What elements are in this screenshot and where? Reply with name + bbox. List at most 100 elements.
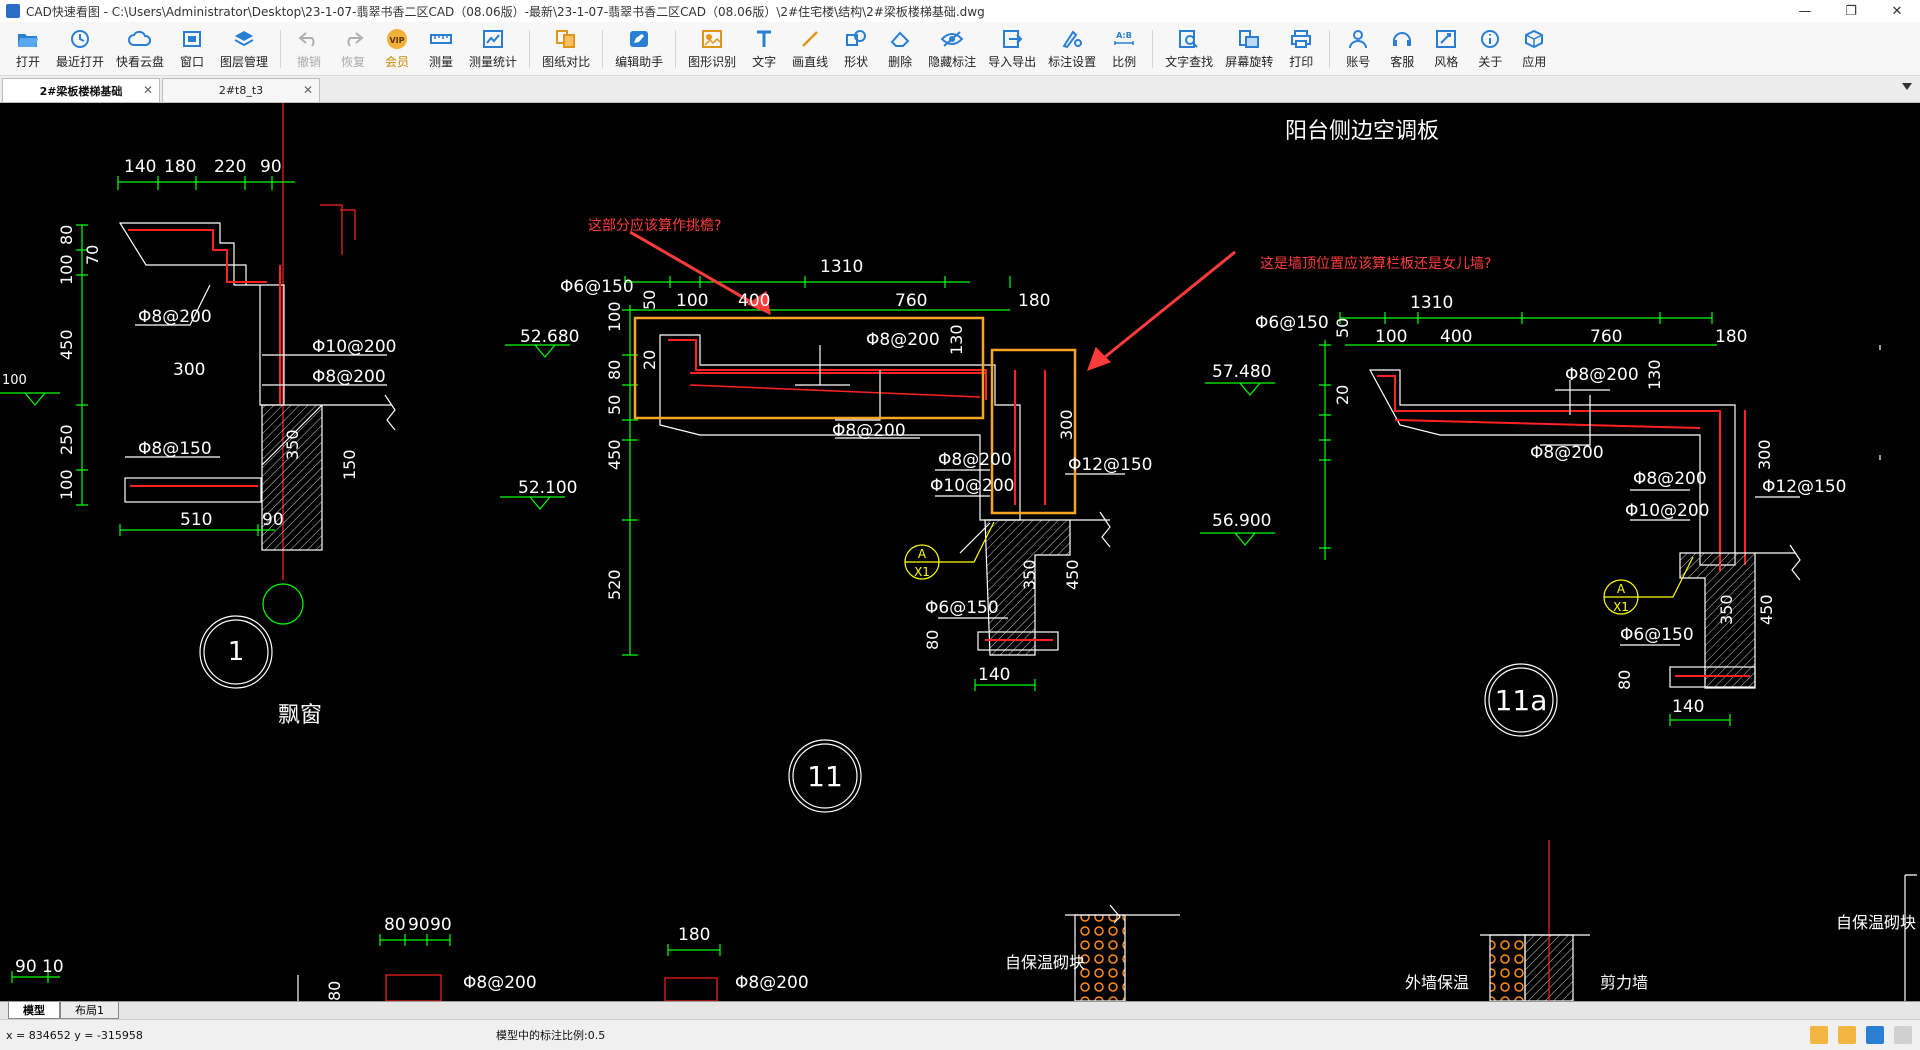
tab-2-liangban[interactable]: 2#梁板楼梯基础 ✕ [2,78,160,102]
tab-2-t8-t3[interactable]: 2#t8_t3 ✕ [162,78,320,102]
dim-label: 220 [214,157,246,177]
dim-label: 150 [340,449,359,480]
dim-label: 350 [1020,559,1039,590]
dim-label: 80 [923,630,942,650]
dim-label: 70 [83,245,102,265]
annotation-settings-button[interactable]: 标注设置 [1042,24,1102,74]
close-button[interactable]: ✕ [1874,0,1920,22]
close-tab-icon[interactable]: ✕ [143,83,153,97]
axis-circle [262,583,304,625]
dim-label: 300 [173,360,205,380]
minimize-button[interactable]: — [1782,0,1828,22]
scale-button[interactable]: A:B 比例 [1102,24,1146,74]
maximize-button[interactable]: ❐ [1828,0,1874,22]
text-button[interactable]: 文字 [742,24,786,74]
rebar-label: Φ10@200 [312,337,396,357]
drawing-title: 阳台侧边空调板 [1285,119,1439,144]
material-label: 剪力墙 [1600,973,1648,992]
measure-stats-button[interactable]: 测量统计 [463,24,523,74]
level-label: 100 [2,373,27,388]
tab-layout1[interactable]: 布局1 [60,1002,119,1019]
recent-button[interactable]: 最近打开 [50,24,110,74]
cloud-button[interactable]: 快看云盘 [110,24,170,74]
window-menu-button[interactable]: 窗口 [170,24,214,74]
rebar-label: Φ10@200 [1625,501,1709,521]
compare-icon [554,28,578,50]
import-export-icon [1000,28,1024,50]
dimension-line [1319,340,1331,560]
level-marker [1205,382,1275,396]
dim-label: 130 [1645,359,1664,390]
about-button[interactable]: 关于 [1468,24,1512,74]
window-controls: — ❐ ✕ [1782,0,1920,22]
measure-button[interactable]: 测量 [419,24,463,74]
dim-label: 250 [57,424,76,455]
annotation-note-canopy: 这部分应该算作挑檐? [588,217,721,234]
window-title: CAD快速看图 - C:\Users\Administrator\Desktop… [26,4,985,19]
headset-icon [1390,28,1414,50]
dim-label: 350 [1717,594,1736,625]
style-button[interactable]: 风格 [1424,24,1468,74]
eye-hide-icon [940,28,964,50]
open-button[interactable]: 打开 [6,24,50,74]
shape-button[interactable]: 形状 [834,24,878,74]
fullscreen-icon[interactable] [1894,1026,1912,1044]
text-search-button[interactable]: 文字查找 [1159,24,1219,74]
plugin-icon[interactable] [1866,1026,1884,1044]
redo-button[interactable]: 恢复 [331,24,375,74]
axis-code: X1 [914,565,930,579]
dim-label: 180 [1018,291,1050,311]
rebar-label: Φ6@150 [560,277,634,297]
import-export-button[interactable]: 导入导出 [982,24,1042,74]
shape-recognize-icon [700,28,724,50]
dim-label: 350 [283,429,302,460]
svg-text:VIP: VIP [390,36,405,45]
rebar-label: Φ12@150 [1762,477,1846,497]
tab-model[interactable]: 模型 [8,1002,60,1019]
undo-button[interactable]: 撤销 [287,24,331,74]
redo-icon [341,28,365,50]
hide-annotation-button[interactable]: 隐藏标注 [922,24,982,74]
support-button[interactable]: 客服 [1380,24,1424,74]
export-icon[interactable] [1838,1026,1856,1044]
print-button[interactable]: 打印 [1279,24,1323,74]
tab-list-dropdown-icon[interactable] [1902,83,1912,90]
account-button[interactable]: 账号 [1336,24,1380,74]
level-marker [0,392,60,406]
axis-letter: A [1617,582,1626,596]
vip-icon: VIP [385,28,409,50]
annotation-arrowhead [1086,346,1112,372]
rebar-label: Φ8@200 [832,421,906,441]
layout-tabs: 模型 布局1 [0,1001,1920,1019]
scale-icon: A:B [1112,28,1136,50]
vip-button[interactable]: VIP 会员 [375,24,419,74]
level-marker [1200,532,1275,546]
note-icon[interactable] [1810,1026,1828,1044]
apps-button[interactable]: 应用 [1512,24,1556,74]
history-icon [68,28,92,50]
rebar-label: Φ8@200 [735,973,809,993]
dim-label: 100 [1375,327,1407,347]
compare-button[interactable]: 图纸对比 [536,24,596,74]
rotate-screen-button[interactable]: 屏幕旋转 [1219,24,1279,74]
rebar-label: Φ8@200 [1565,365,1639,385]
rebar-label: Φ6@150 [1255,313,1329,333]
close-tab-icon[interactable]: ✕ [303,83,313,97]
dim-label: 80 [605,360,624,380]
toolbar-separator [1152,29,1154,68]
dim-label: 20 [640,350,659,370]
drawing-canvas[interactable]: 阳台侧边空调板 飘窗 1 11 11a 140 180 220 90 Φ8@20… [0,103,1920,1001]
text-search-icon [1177,28,1201,50]
insulation-block-hatch [1489,934,1526,1001]
dimension-line [1339,312,1713,324]
rebar-label: Φ8@200 [1530,443,1604,463]
edit-assistant-button[interactable]: 编辑助手 [609,24,669,74]
layers-button[interactable]: 图层管理 [214,24,274,74]
shape-recognize-button[interactable]: 图形识别 [682,24,742,74]
delete-button[interactable]: 删除 [878,24,922,74]
draw-line-button[interactable]: 画直线 [786,24,834,74]
dim-label: 50 [605,395,624,415]
status-icons [1810,1026,1912,1044]
cad-drawing[interactable]: 阳台侧边空调板 飘窗 1 11 11a 140 180 220 90 Φ8@20… [0,103,1920,1001]
break-line [1070,511,1111,548]
